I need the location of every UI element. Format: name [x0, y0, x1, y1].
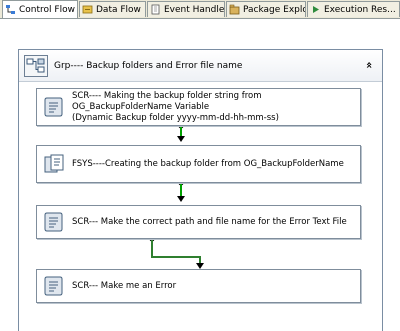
tab-label: Control Flow: [19, 4, 75, 15]
task-title: SCR--- Make the correct path and file na…: [72, 216, 347, 227]
task-subtitle: (Dynamic Backup folder yyyy-mm-dd-hh-mm-…: [72, 112, 279, 123]
tab-label: Data Flow: [96, 4, 141, 15]
tab-label: Package Explo...: [243, 4, 305, 15]
precedence-constraint-3[interactable]: [149, 236, 205, 270]
precedence-constraint-1[interactable]: [177, 123, 185, 143]
script-task-icon: [44, 276, 63, 296]
tab-label: Execution Res...: [324, 4, 396, 15]
script-task-icon: [44, 97, 63, 117]
precedence-constraint-2[interactable]: [177, 180, 185, 203]
script-task-make-error[interactable]: SCR--- Make me an Error: [36, 269, 361, 303]
tab-execution-results[interactable]: Execution Res...: [307, 1, 400, 17]
script-task-error-file-path[interactable]: SCR--- Make the correct path and file na…: [36, 205, 361, 239]
tab-data-flow[interactable]: Data Flow: [79, 1, 146, 17]
play-arrow-icon: [313, 6, 319, 13]
file-system-task-icon: [44, 154, 64, 173]
tab-event-handlers[interactable]: Event Handlers: [147, 1, 225, 17]
tab-control-flow[interactable]: Control Flow: [2, 0, 78, 18]
file-system-task-create-backup-folder[interactable]: FSYS----Creating the backup folder from …: [36, 145, 361, 183]
package-explorer-icon: [229, 4, 240, 15]
data-flow-icon: [82, 5, 93, 14]
script-task-backup-folder-string[interactable]: SCR---- Making the backup folder string …: [36, 88, 361, 126]
control-flow-icon: [6, 5, 15, 14]
task-title: SCR--- Make me an Error: [72, 280, 177, 291]
event-handler-icon: [151, 4, 160, 15]
designer-tab-strip: Control Flow Data Flow Event Handlers Pa…: [0, 0, 400, 19]
task-title: SCR---- Making the backup folder string …: [72, 90, 262, 112]
task-title: FSYS----Creating the backup folder from …: [72, 158, 344, 169]
script-task-icon: [44, 212, 63, 232]
tab-package-explorer[interactable]: Package Explo...: [226, 1, 306, 17]
tab-label: Event Handlers: [164, 4, 225, 15]
control-flow-design-surface[interactable]: Grp---- Backup folders and Error file na…: [0, 19, 400, 331]
